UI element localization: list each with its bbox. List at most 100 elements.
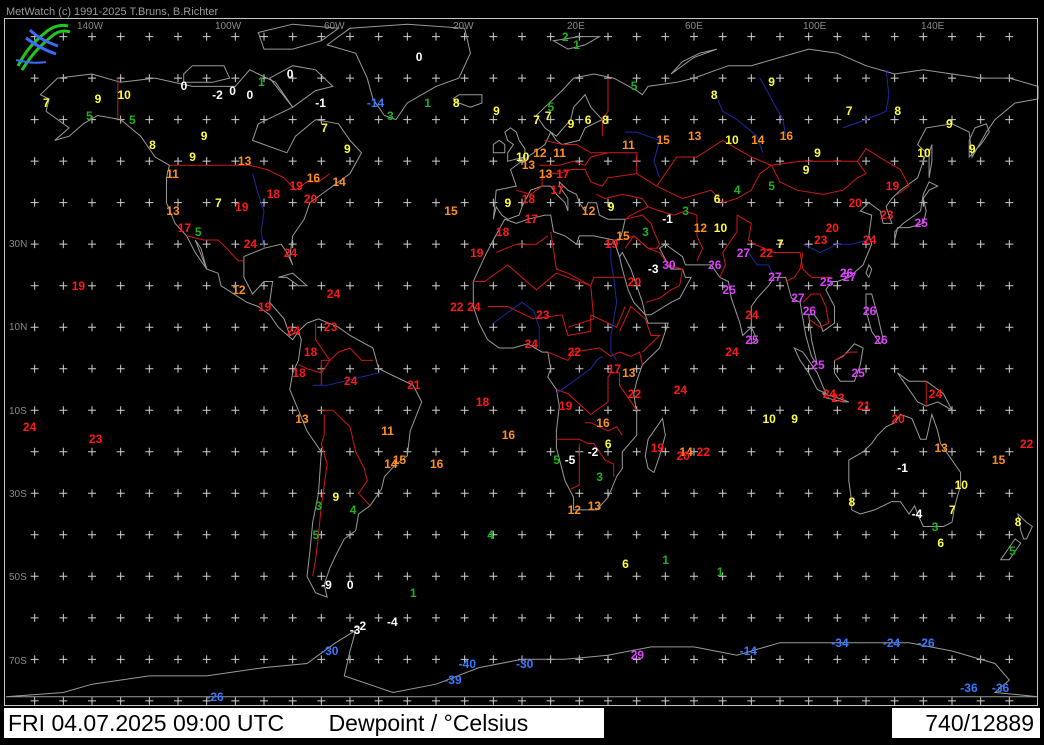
dewpoint-value: 24 [524, 336, 538, 351]
grid-cross [862, 32, 870, 41]
dewpoint-value: -30 [321, 644, 339, 658]
grid-cross [833, 613, 842, 622]
dewpoint-value: 0 [246, 87, 254, 102]
grid-cross [374, 572, 383, 581]
dewpoint-value: 2 [561, 29, 569, 44]
grid-cross [718, 364, 727, 373]
grid-cross [30, 530, 39, 539]
dewpoint-value: 17 [556, 166, 570, 181]
grid-cross [489, 489, 498, 498]
grid-cross [661, 696, 670, 705]
dewpoint-value: 10 [713, 220, 728, 235]
grid-cross [116, 406, 125, 415]
grid-cross [145, 406, 154, 415]
dewpoint-value: 23 [831, 390, 845, 405]
grid-cross [1005, 198, 1014, 207]
grid-cross [1005, 530, 1014, 539]
dewpoint-value: 25 [819, 274, 834, 289]
dewpoint-value: 18 [521, 191, 536, 206]
grid-cross [718, 613, 727, 622]
dewpoint-value: 25 [811, 357, 825, 372]
grid-cross [976, 198, 985, 207]
dewpoint-value: 0 [180, 79, 188, 94]
grid-cross [747, 530, 756, 539]
grid-cross [546, 198, 555, 207]
grid-cross [976, 157, 985, 166]
footer-count: 740/12889 [892, 708, 1040, 738]
grid-cross [202, 655, 211, 664]
grid-cross [1005, 32, 1014, 41]
grid-cross [260, 696, 268, 705]
coast-novaya-zemlya [670, 48, 718, 75]
dewpoint-value: 3 [931, 519, 939, 534]
grid-cross [747, 198, 756, 207]
dewpoint-value: 13 [934, 440, 948, 455]
grid-cross [948, 240, 956, 249]
border-burma [785, 252, 804, 282]
grid-cross [432, 696, 440, 705]
dewpoint-value: 24 [243, 237, 258, 252]
grid-cross [661, 157, 670, 166]
grid-cross [976, 32, 985, 41]
grid-cross [432, 74, 440, 83]
grid-cross [776, 530, 784, 539]
map-canvas [5, 23, 1039, 705]
grid-cross [202, 323, 211, 332]
grid-cross [718, 655, 727, 664]
dewpoint-value: 26 [862, 303, 877, 318]
dewpoint-value: 9 [814, 145, 821, 160]
grid-cross [833, 74, 842, 83]
dewpoint-map[interactable] [0, 0, 1044, 740]
grid-cross [919, 530, 928, 539]
dewpoint-value: 6 [622, 556, 629, 571]
grid-cross [403, 364, 412, 373]
grid-cross [919, 115, 928, 124]
dewpoint-value: 3 [387, 108, 394, 123]
grid-cross [862, 572, 870, 581]
grid-cross [833, 696, 842, 705]
grid-cross [288, 530, 297, 539]
dewpoint-value: 23 [536, 307, 550, 322]
grid-cross [518, 364, 526, 373]
grid-cross [231, 572, 240, 581]
grid-cross [403, 406, 412, 415]
grid-cross [776, 696, 784, 705]
dewpoint-value: 7 [533, 112, 540, 127]
dewpoint-value: 20 [891, 411, 905, 426]
grid-cross [919, 655, 928, 664]
grid-cross [30, 281, 39, 290]
grid-cross [288, 198, 297, 207]
grid-cross [288, 489, 297, 498]
grid-cross [546, 323, 555, 332]
grid-cross [374, 613, 383, 622]
grid-cross [862, 530, 870, 539]
dewpoint-value: 13 [538, 166, 553, 181]
grid-cross [690, 489, 698, 498]
grid-cross [546, 696, 555, 705]
grid-cross [776, 613, 784, 622]
grid-cross [804, 198, 813, 207]
grid-cross [776, 489, 784, 498]
grid-cross [174, 157, 182, 166]
grid-cross [403, 613, 412, 622]
grid-cross [202, 613, 211, 622]
dewpoint-value: 0 [229, 83, 236, 98]
dewpoint-value: -14 [739, 644, 757, 658]
dewpoint-value: 12 [533, 145, 547, 160]
grid-cross [804, 32, 813, 41]
grid-cross [88, 530, 96, 539]
grid-cross [718, 696, 727, 705]
grid-cross [1005, 613, 1014, 622]
grid-cross [862, 613, 870, 622]
dewpoint-value: -2 [355, 619, 367, 634]
dewpoint-value: 15 [991, 453, 1006, 468]
dewpoint-value: 17 [550, 183, 564, 198]
grid-cross [30, 74, 39, 83]
grid-cross [260, 572, 268, 581]
dewpoint-value: 5 [768, 179, 775, 194]
grid-cross [632, 530, 641, 539]
coast-japan [894, 181, 939, 241]
grid-cross [919, 323, 928, 332]
grid-cross [288, 655, 297, 664]
grid-cross [432, 406, 440, 415]
